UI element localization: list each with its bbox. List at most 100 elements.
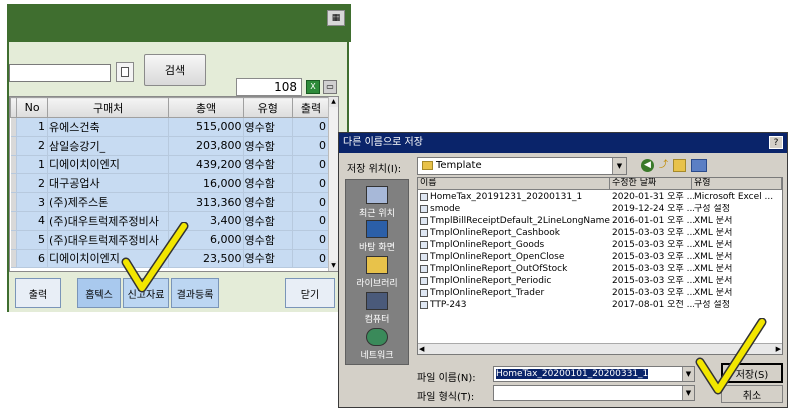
file-date: 2015-03-03 오후 ... [612,276,694,286]
file-date: 2017-08-01 오전 ... [612,300,694,310]
grid-header-amount[interactable]: 총액 [168,97,244,118]
record-count: 108 [236,78,302,96]
file-name: TmplOnlineReport_OpenClose [430,252,565,262]
table-row[interactable]: 2 대구공업사 16,000 영수함 0 [10,173,331,194]
cell-vendor: 유에스건축 [47,117,170,137]
chevron-down-icon[interactable]: ▼ [682,386,694,400]
cell-no: 4 [16,211,49,231]
list-item[interactable]: TmplOnlineReport_Trader 2015-03-03 오후 ...… [418,288,782,299]
file-name: TmplOnlineReport_Periodic [430,276,552,286]
list-item[interactable]: TTP-243 2017-08-01 오전 ... 구성 설정 [418,300,782,311]
column-header-date[interactable]: 수정한 날짜 [610,178,692,190]
file-type: Microsoft Excel ... [694,192,774,202]
grid-header-vendor[interactable]: 구매처 [47,97,170,118]
file-type: XML 문서 [694,264,733,274]
scroll-down-icon[interactable]: ▼ [329,261,338,271]
search-button[interactable]: 검색 [144,54,206,86]
file-type: XML 문서 [694,276,733,286]
cell-vendor: 삼일승강기_ [47,136,170,156]
list-item[interactable]: smode 2019-12-24 오후 ... 구성 설정 [418,204,782,215]
cell-output: 0 [292,117,331,137]
file-date: 2020-01-31 오후 ... [612,192,694,202]
list-item[interactable]: TmplOnlineReport_Cashbook 2015-03-03 오후 .… [418,228,782,239]
search-input[interactable] [9,64,111,82]
place-label: 최근 위치 [359,209,395,219]
list-item[interactable]: HomeTax_20191231_20200131_1 2020-01-31 오후… [418,192,782,203]
column-header-name[interactable]: 이름 [418,178,610,190]
grid-header-type[interactable]: 유형 [242,97,293,118]
file-name: TmplOnlineReport_Trader [430,288,545,298]
back-icon[interactable]: ◀ [641,159,654,172]
cell-output: 0 [292,192,331,212]
cell-output: 0 [292,136,331,156]
cell-amount: 439,200 [168,155,244,175]
file-type: 구성 설정 [694,300,730,310]
cell-type: 영수함 [243,117,293,137]
cell-amount: 515,000 [168,117,244,137]
grid-vertical-scrollbar[interactable]: ▲ ▼ [328,97,338,271]
place-recent[interactable]: 최근 위치 [346,186,408,219]
cell-type: 영수함 [243,230,293,250]
file-date: 2015-03-03 오후 ... [612,240,694,250]
file-type: XML 문서 [694,228,733,238]
table-row[interactable]: 2 삼일승강기_ 203,800 영수함 0 [10,136,331,156]
place-libraries[interactable]: 라이브러리 [346,256,408,289]
cell-vendor: (주)제주스톤 [47,192,170,212]
close-button[interactable]: 닫기 [285,278,335,308]
file-icon [420,205,428,213]
scroll-right-icon[interactable]: ▶ [776,344,781,354]
table-row[interactable]: 1 유에스건축 515,000 영수함 0 [10,117,331,137]
cell-vendor: 디에이치이엔지 [47,155,170,175]
list-item[interactable]: TmplOnlineReport_Periodic 2015-03-03 오후 .… [418,276,782,287]
calculator-icon[interactable]: ▦ [327,10,345,26]
hometax-button[interactable]: 홈텍스 [77,278,121,308]
grid-header-no[interactable]: No [16,97,49,118]
list-item[interactable]: TmplOnlineReport_Goods 2015-03-03 오후 ... X… [418,240,782,251]
table-row[interactable]: 3 (주)제주스톤 313,360 영수함 0 [10,192,331,212]
page-icon [121,67,129,77]
chevron-down-icon[interactable]: ▼ [612,158,626,174]
cell-no: 2 [16,136,49,156]
scroll-left-icon[interactable]: ◀ [419,344,424,354]
cell-no: 2 [16,173,49,194]
chevron-down-icon[interactable]: ▼ [682,367,694,381]
place-network[interactable]: 네트워크 [346,328,408,361]
file-icon [420,193,428,201]
cell-no: 1 [16,155,49,175]
place-computer[interactable]: 컴퓨터 [346,292,408,325]
cell-output: 0 [292,173,331,194]
save-in-select[interactable]: Template ▼ [417,157,627,175]
file-icon [420,289,428,297]
grid-header-output[interactable]: 출력 [291,97,331,118]
table-row[interactable]: 1 디에이치이엔지 439,200 영수함 0 [10,155,331,175]
excel-export-icon[interactable]: X [306,80,320,94]
printer-icon[interactable]: ▭ [323,80,337,94]
filename-input[interactable]: HomeTax_20200101_20200331_1 ▼ [493,366,695,382]
app-titlebar: ▦ [7,4,351,42]
cell-amount: 313,360 [168,192,244,212]
column-header-type[interactable]: 유형 [692,178,782,190]
filetype-label: 파일 형식(T): [417,392,475,403]
list-item[interactable]: TmplOnlineReport_OutOfStock 2015-03-03 오후… [418,264,782,275]
file-icon [420,277,428,285]
filename-label: 파일 이름(N): [417,373,476,384]
filetype-select[interactable]: ▼ [493,385,695,401]
list-item[interactable]: TmplBillReceiptDefault_2LineLongName 2016… [418,216,782,227]
cell-type: 영수함 [243,173,293,194]
new-folder-icon[interactable] [673,159,686,172]
cell-amount: 16,000 [168,173,244,194]
file-date: 2015-03-03 오후 ... [612,228,694,238]
place-desktop[interactable]: 바탕 화면 [346,220,408,253]
network-icon [366,328,388,346]
views-menu-icon[interactable] [691,159,707,172]
computer-icon [366,292,388,310]
print-button[interactable]: 출력 [15,278,61,308]
file-date: 2015-03-03 오후 ... [612,252,694,262]
list-item[interactable]: TmplOnlineReport_OpenClose 2015-03-03 오후 … [418,252,782,263]
up-folder-icon[interactable]: ⤴ [657,159,670,172]
browse-button[interactable] [116,62,134,82]
scroll-up-icon[interactable]: ▲ [329,97,338,107]
help-icon[interactable]: ? [769,136,783,149]
checkmark-annotation-icon [121,222,189,293]
file-name: TmplOnlineReport_Cashbook [430,228,560,238]
